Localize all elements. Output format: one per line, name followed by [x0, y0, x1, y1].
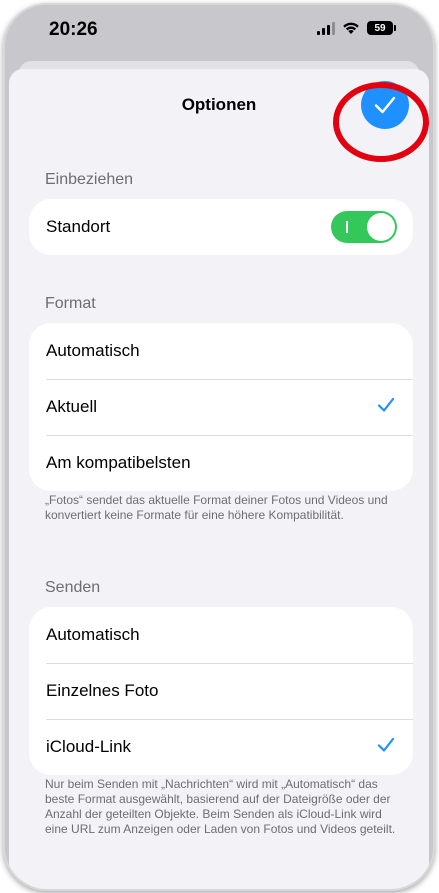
send-group: Automatisch Einzelnes Foto iCloud-Link — [29, 607, 413, 775]
options-sheet: Optionen Einbeziehen Standort Format Aut… — [9, 69, 429, 889]
include-group: Standort — [29, 199, 413, 255]
red-highlight-circle — [333, 82, 429, 162]
selected-checkmark-icon — [377, 737, 395, 752]
format-option-label: Automatisch — [46, 341, 140, 360]
cellular-signal-icon — [317, 21, 335, 35]
send-option-label: iCloud-Link — [46, 737, 132, 756]
format-option-label: Aktuell — [46, 397, 98, 416]
battery-icon: 59 — [367, 21, 396, 35]
format-option-label: Am kompatibelsten — [46, 453, 191, 472]
format-group: Automatisch Aktuell Am kompatibelsten — [29, 323, 413, 491]
status-icons: 59 — [317, 21, 396, 35]
send-option-label: Einzelnes Foto — [46, 681, 159, 700]
location-label: Standort — [46, 217, 111, 236]
format-option-most-compatible[interactable]: Am kompatibelsten — [29, 435, 413, 491]
selected-checkmark-icon — [377, 397, 395, 412]
toggle-on-mark — [346, 221, 348, 233]
toggle-knob — [367, 213, 395, 241]
status-bar: 20:26 59 — [5, 5, 433, 61]
location-row[interactable]: Standort — [29, 199, 413, 255]
send-footnote: Nur beim Senden mit „Nachrichten“ wird m… — [45, 777, 396, 836]
send-option-icloud-link[interactable]: iCloud-Link — [29, 719, 413, 775]
format-option-automatic[interactable]: Automatisch — [29, 323, 413, 379]
send-option-label: Automatisch — [46, 625, 140, 644]
section-header-format: Format — [45, 295, 96, 312]
wifi-icon — [343, 22, 359, 34]
location-toggle[interactable] — [331, 211, 397, 243]
section-header-send: Senden — [45, 579, 101, 596]
section-header-include: Einbeziehen — [45, 171, 134, 188]
status-time: 20:26 — [49, 19, 98, 40]
format-footnote: „Fotos“ sendet das aktuelle Format deine… — [45, 493, 388, 522]
send-option-automatic[interactable]: Automatisch — [29, 607, 413, 663]
format-option-current[interactable]: Aktuell — [29, 379, 413, 435]
send-option-single-photo[interactable]: Einzelnes Foto — [29, 663, 413, 719]
